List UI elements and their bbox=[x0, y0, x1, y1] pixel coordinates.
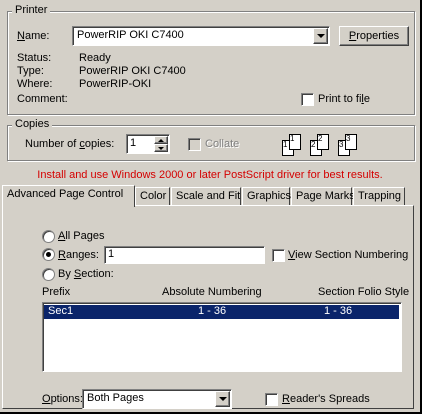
ranges-input[interactable]: 1 bbox=[104, 246, 265, 264]
chevron-down-icon[interactable] bbox=[215, 391, 230, 407]
copies-group-label: Copies bbox=[12, 118, 53, 130]
copies-value: 1 bbox=[130, 137, 137, 149]
printer-group-label: Printer bbox=[12, 4, 51, 16]
all-pages-radio[interactable] bbox=[42, 230, 55, 243]
ranges-radio[interactable] bbox=[42, 248, 55, 261]
collate-illustration-icon: 1 1 2 2 3 3 bbox=[280, 128, 380, 156]
print-to-file-label: Print to file bbox=[318, 93, 370, 105]
copies-stepper[interactable]: 1 bbox=[126, 134, 170, 154]
tab-page-marks[interactable]: Page Marks bbox=[291, 187, 355, 205]
printer-name-combo[interactable]: PowerRIP OKI C7400 bbox=[72, 26, 330, 46]
tab-graphics[interactable]: Graphics bbox=[242, 187, 291, 205]
readers-spreads-label: Reader's Spreads bbox=[282, 393, 370, 405]
comment-label: Comment: bbox=[17, 93, 68, 105]
view-section-numbering-label: View Section Numbering bbox=[288, 249, 409, 261]
collate-label: Collate bbox=[205, 138, 240, 150]
number-of-copies-label: Number of copies: bbox=[25, 138, 115, 150]
column-header-section-folio-style: Section Folio Style bbox=[318, 286, 410, 298]
print-dialog: Printer Name: PowerRIP OKI C7400 Propert… bbox=[0, 0, 422, 414]
tab-trapping[interactable]: Trapping bbox=[353, 187, 405, 205]
tab-advanced-page-control[interactable]: Advanced Page Control bbox=[2, 185, 135, 207]
ranges-label: Ranges: bbox=[58, 249, 99, 261]
column-header-absolute-numbering: Absolute Numbering bbox=[162, 286, 262, 298]
options-value: Both Pages bbox=[87, 392, 144, 404]
chevron-down-icon bbox=[158, 147, 164, 150]
driver-notice: Install and use Windows 2000 or later Po… bbox=[37, 169, 383, 181]
by-section-label: By Section: bbox=[58, 268, 114, 280]
row-section-folio-style: 1 - 36 bbox=[324, 305, 353, 317]
chevron-down-icon[interactable] bbox=[313, 28, 328, 44]
where-label: Where: bbox=[17, 78, 53, 90]
options-label: Options: bbox=[42, 393, 83, 405]
section-list[interactable]: Sec1 1 - 36 1 - 36 bbox=[42, 302, 402, 372]
type-label: Type: bbox=[17, 65, 44, 77]
printer-name-value: PowerRIP OKI C7400 bbox=[77, 29, 184, 41]
spin-up-button[interactable] bbox=[154, 136, 168, 144]
row-prefix: Sec1 bbox=[48, 305, 74, 317]
chevron-up-icon bbox=[158, 139, 164, 142]
tab-scale-and-fit[interactable]: Scale and Fit bbox=[171, 187, 241, 205]
tab-color[interactable]: Color bbox=[135, 187, 170, 205]
table-row[interactable]: Sec1 1 - 36 1 - 36 bbox=[44, 305, 399, 319]
by-section-radio[interactable] bbox=[42, 268, 55, 281]
ranges-value: 1 bbox=[108, 248, 115, 260]
properties-button[interactable]: Properties bbox=[339, 26, 409, 46]
readers-spreads-checkbox[interactable] bbox=[265, 393, 278, 406]
spin-down-button[interactable] bbox=[154, 144, 168, 152]
status-value: Ready bbox=[79, 52, 111, 64]
printer-name-label: Name: bbox=[17, 30, 50, 42]
collate-checkbox[interactable] bbox=[188, 138, 201, 151]
type-value: PowerRIP OKI C7400 bbox=[79, 65, 186, 77]
options-combo[interactable]: Both Pages bbox=[82, 389, 232, 409]
status-label: Status: bbox=[17, 52, 52, 64]
view-section-numbering-checkbox[interactable] bbox=[272, 249, 285, 262]
row-absolute-numbering: 1 - 36 bbox=[198, 305, 227, 317]
column-header-prefix: Prefix bbox=[42, 286, 71, 298]
print-to-file-checkbox[interactable] bbox=[301, 93, 314, 106]
where-value: PowerRIP-OKI bbox=[79, 78, 152, 90]
all-pages-label: All Pages bbox=[58, 230, 105, 242]
